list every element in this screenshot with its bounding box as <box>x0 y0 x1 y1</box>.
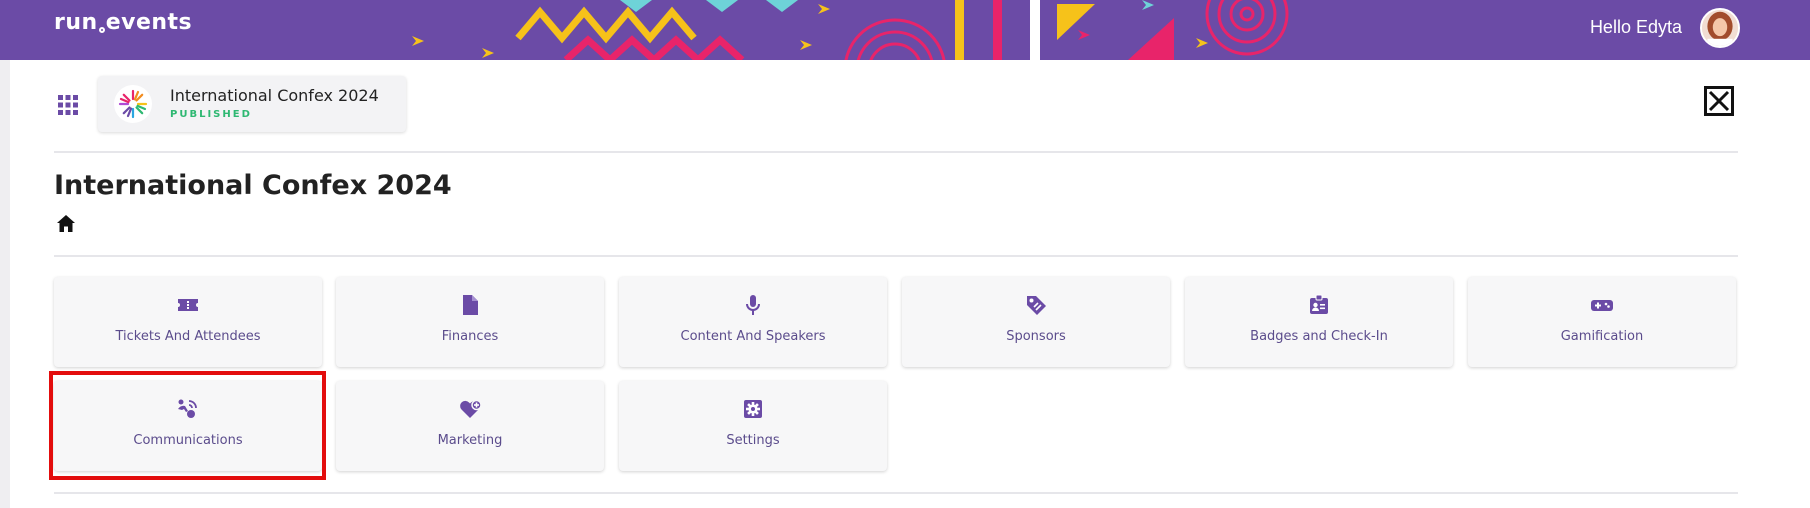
divider <box>54 492 1738 494</box>
home-icon[interactable] <box>56 214 76 234</box>
tile-label: Gamification <box>1560 329 1644 344</box>
event-logo <box>114 85 152 123</box>
page-title: International Confex 2024 <box>54 170 452 201</box>
top-header: run events Hello Edyta <box>0 0 1810 60</box>
tag-icon <box>1027 296 1046 315</box>
tile-label: Finances <box>441 329 499 344</box>
document-icon <box>463 295 478 315</box>
run-events-logo[interactable]: run events <box>54 10 192 35</box>
divider <box>54 255 1738 257</box>
left-gutter <box>0 60 10 508</box>
heart-plus-icon <box>460 399 482 418</box>
event-switcher-card[interactable]: International Confex 2024 PUBLISHED <box>98 76 406 132</box>
user-avatar[interactable] <box>1700 8 1740 48</box>
close-button[interactable] <box>1704 86 1734 116</box>
tile-label: Badges and Check-In <box>1250 329 1388 344</box>
tile-gamification[interactable]: Gamification <box>1468 277 1736 367</box>
divider <box>54 151 1738 153</box>
user-greeting: Hello Edyta <box>1589 17 1682 37</box>
tile-label: Settings <box>726 433 780 448</box>
tile-sponsors[interactable]: Sponsors <box>902 277 1170 367</box>
microphone-icon <box>746 295 760 315</box>
tile-label: Marketing <box>437 433 503 448</box>
close-icon <box>1708 90 1730 112</box>
event-name: International Confex 2024 <box>170 86 379 105</box>
tile-marketing[interactable]: Marketing <box>336 381 604 471</box>
tile-settings[interactable]: Settings <box>619 381 887 471</box>
ticket-icon <box>178 299 198 311</box>
event-logo-icon <box>118 89 148 119</box>
tile-label: Sponsors <box>1006 329 1066 344</box>
event-status-badge: PUBLISHED <box>170 109 252 120</box>
tile-tickets-and-attendees[interactable]: Tickets And Attendees <box>54 277 322 367</box>
tile-badges-and-check-in[interactable]: Badges and Check-In <box>1185 277 1453 367</box>
gamepad-icon <box>1591 300 1613 311</box>
tile-finances[interactable]: Finances <box>336 277 604 367</box>
header-decoration <box>412 0 1289 60</box>
tile-label: Tickets And Attendees <box>115 329 261 344</box>
gear-icon <box>744 400 762 418</box>
tile-content-and-speakers[interactable]: Content And Speakers <box>619 277 887 367</box>
id-badge-icon <box>1310 294 1328 314</box>
avatar-portrait-icon <box>1702 10 1738 46</box>
communications-highlight-frame <box>49 371 326 480</box>
apps-grid-icon[interactable] <box>58 95 78 115</box>
tile-label: Content And Speakers <box>680 329 826 344</box>
